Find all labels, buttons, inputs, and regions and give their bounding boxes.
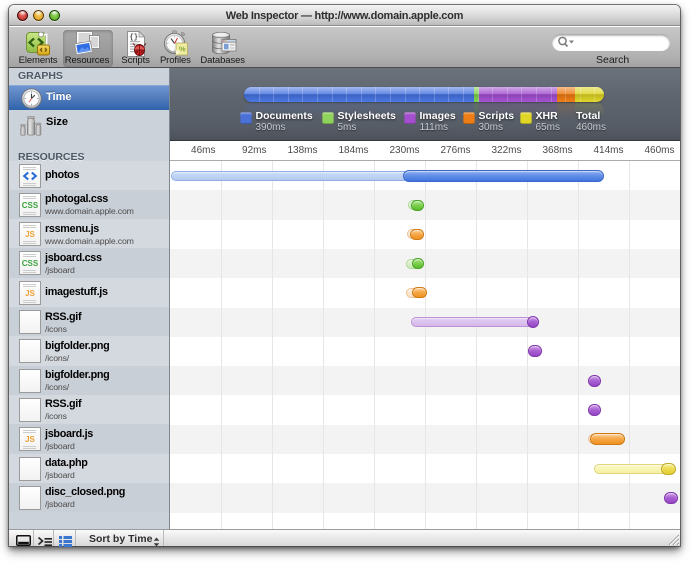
svg-text:JS: JS [25,289,35,298]
svg-text:%: % [179,45,186,54]
svg-text:JS: JS [25,230,35,239]
svg-text:CSS: CSS [22,259,39,268]
svg-text:JS: JS [25,435,35,444]
svg-text:{}: {} [129,34,137,42]
svg-text:CSS: CSS [22,201,39,210]
